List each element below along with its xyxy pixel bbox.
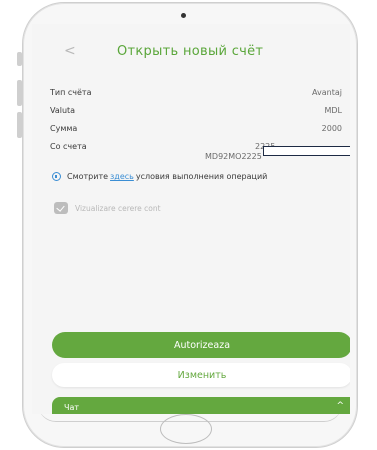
info-text-before: Смотрите bbox=[67, 172, 109, 181]
redaction-box bbox=[263, 146, 350, 156]
authorize-button[interactable]: Autorizeaza bbox=[52, 332, 350, 358]
change-button[interactable]: Изменить bbox=[52, 363, 350, 387]
summary-row-account-type: Тип счёта Avantaj bbox=[50, 88, 342, 106]
back-icon[interactable]: < bbox=[64, 43, 76, 59]
view-request-checkbox[interactable]: Vizualizare cerere cont bbox=[54, 202, 161, 214]
chevron-up-icon[interactable]: ^ bbox=[336, 401, 344, 411]
checkbox-label: Vizualizare cerere cont bbox=[75, 203, 161, 213]
camera bbox=[181, 13, 186, 18]
amount-label: Сумма bbox=[50, 124, 78, 133]
summary-row-source-account: Со счета 2225 MD92MO2225 bbox=[50, 142, 350, 170]
checkbox-checked-icon[interactable] bbox=[54, 202, 68, 214]
currency-label: Valuta bbox=[50, 106, 76, 115]
terms-link[interactable]: здесь bbox=[110, 172, 134, 181]
summary-row-amount: Сумма 2000 bbox=[50, 124, 342, 142]
header: < Открыть новый счёт bbox=[32, 24, 350, 72]
summary-list: Тип счёта Avantaj Valuta MDL Сумма 2000 … bbox=[50, 88, 350, 170]
amount-value: 2000 bbox=[321, 124, 342, 133]
info-line: Смотрите здесь условия выполнения операц… bbox=[52, 172, 267, 181]
page-title: Открыть новый счёт bbox=[117, 44, 264, 59]
chat-label: Чат bbox=[64, 403, 80, 412]
info-icon bbox=[52, 172, 61, 181]
currency-value: MDL bbox=[324, 106, 342, 115]
account-type-value: Avantaj bbox=[312, 88, 342, 97]
summary-row-currency: Valuta MDL bbox=[50, 106, 342, 124]
info-text-after: условия выполнения операций bbox=[135, 172, 268, 181]
app-screen: < Открыть новый счёт Тип счёта Avantaj V… bbox=[32, 24, 350, 414]
source-account-label: Со счета bbox=[50, 142, 87, 151]
source-account-iban: MD92MO2225 bbox=[205, 152, 262, 161]
account-type-label: Тип счёта bbox=[50, 88, 92, 97]
home-button[interactable] bbox=[160, 414, 212, 444]
chat-bar[interactable]: Чат ^ bbox=[52, 397, 350, 414]
